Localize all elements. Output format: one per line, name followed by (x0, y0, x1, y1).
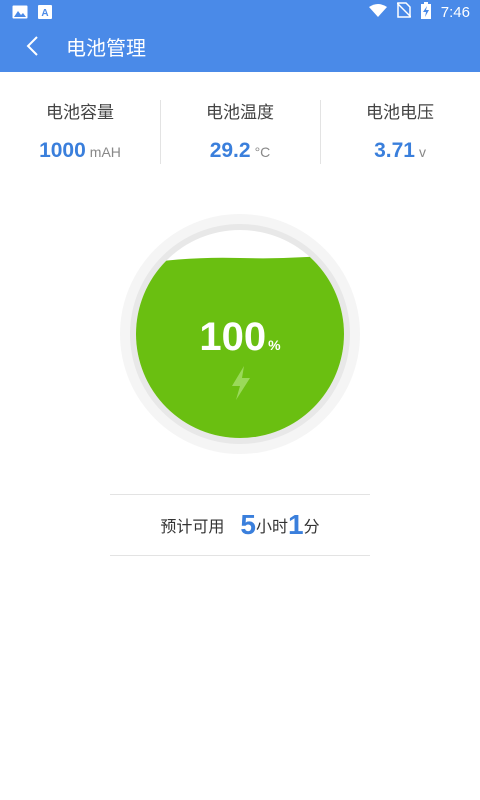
no-sim-icon (396, 2, 412, 22)
stat-temperature-value: 29.2 (209, 139, 251, 162)
estimated-hours: 5 (240, 509, 256, 540)
status-clock: 7:46 (440, 3, 470, 21)
estimated-time-label: 预计可用 (160, 517, 225, 536)
stat-capacity: 电池容量 1000 mAH (0, 100, 160, 164)
stat-voltage-unit: v (418, 144, 426, 160)
battery-gauge: 100% (110, 212, 370, 456)
stat-temperature-unit: °C (254, 144, 271, 160)
stat-capacity-value: 1000 (39, 139, 86, 162)
image-icon (12, 4, 28, 23)
wifi-icon (368, 3, 387, 22)
stat-temperature: 电池温度 29.2 °C (160, 100, 320, 164)
svg-text:A: A (41, 8, 48, 19)
estimated-minutes-unit: 分 (303, 517, 320, 536)
stat-capacity-unit: mAH (89, 144, 121, 160)
a-notification-icon: A (38, 4, 52, 23)
estimated-hours-unit: 小时 (255, 517, 288, 536)
stat-temperature-label: 电池温度 (206, 103, 274, 123)
stat-voltage-label: 电池电压 (366, 103, 434, 123)
stat-voltage-value: 3.71 (374, 139, 415, 162)
chevron-left-icon (25, 35, 39, 61)
stat-capacity-label: 电池容量 (46, 103, 114, 123)
estimated-minutes: 1 (288, 509, 304, 540)
battery-level-unit: % (268, 337, 281, 353)
app-bar: 电池管理 (0, 24, 480, 72)
battery-stats: 电池容量 1000 mAH 电池温度 29.2 °C 电池电压 3.71 v (0, 100, 480, 164)
battery-level: 100 (199, 315, 266, 359)
back-button[interactable] (12, 28, 52, 68)
status-bar: A 7:46 (0, 0, 480, 24)
estimated-time: 预计可用 5 小时 1 分 (110, 494, 370, 556)
stat-voltage: 电池电压 3.71 v (320, 100, 480, 164)
page-title: 电池管理 (66, 36, 146, 60)
battery-charging-icon (420, 1, 431, 23)
